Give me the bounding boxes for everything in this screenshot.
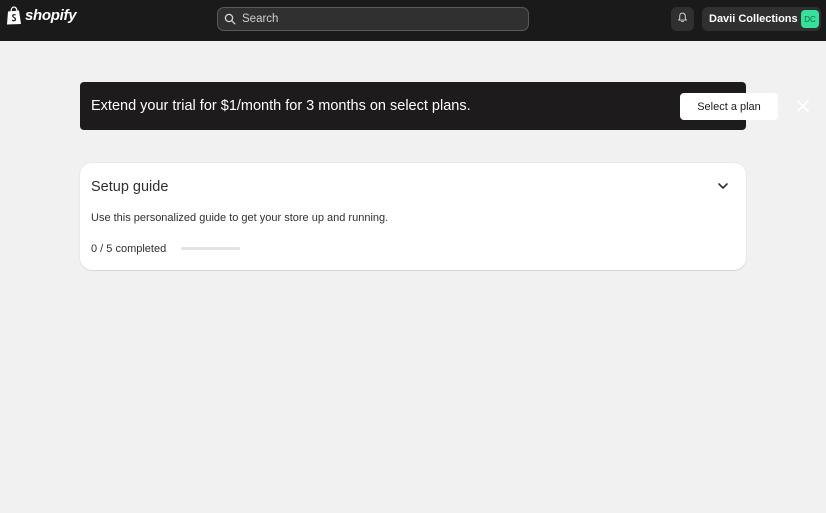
shopping-bag-icon <box>6 6 22 25</box>
setup-guide-title: Setup guide <box>91 179 169 195</box>
store-name: Davii Collections <box>709 13 798 25</box>
close-icon[interactable] <box>796 99 810 113</box>
banner-text: Extend your trial for $1/month for 3 mon… <box>91 98 471 114</box>
progress-text: 0 / 5 completed <box>91 243 167 255</box>
setup-guide-description: Use this personalized guide to get your … <box>91 212 389 224</box>
bell-icon <box>677 10 688 28</box>
progress-bar <box>181 247 240 250</box>
select-plan-button[interactable]: Select a plan <box>680 93 778 120</box>
logo-text: shopify <box>25 7 77 24</box>
search-bar[interactable] <box>217 7 529 31</box>
notifications-button[interactable] <box>671 7 694 31</box>
store-menu-button[interactable]: Davii Collections DC <box>702 7 821 31</box>
chevron-down-icon[interactable] <box>717 180 729 192</box>
search-input[interactable] <box>242 13 522 25</box>
store-avatar: DC <box>801 10 819 28</box>
setup-guide-card: Setup guide Use this personalized guide … <box>80 163 746 270</box>
trial-banner: Extend your trial for $1/month for 3 mon… <box>80 82 809 130</box>
shopify-logo[interactable]: shopify <box>6 6 77 25</box>
top-bar: shopify Davii Collections DC <box>0 0 826 41</box>
search-icon <box>224 13 236 25</box>
